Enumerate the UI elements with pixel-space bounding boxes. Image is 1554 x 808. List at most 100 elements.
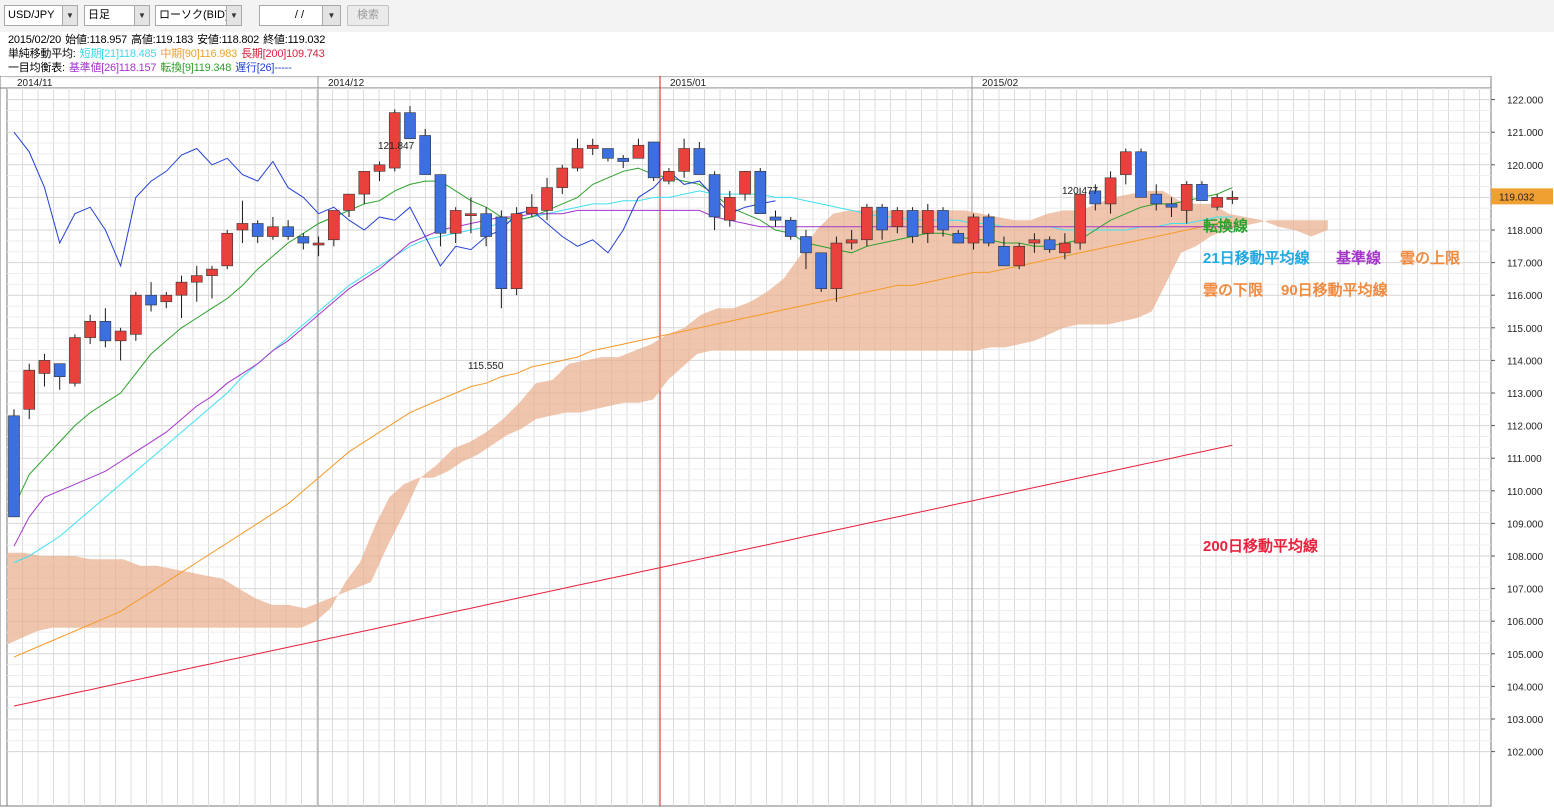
- low-label: 115.550: [468, 361, 504, 372]
- candle-body: [312, 242, 325, 246]
- x-tick-label: 2014/11: [17, 78, 53, 89]
- ichimoku-tenkan: 転換[9]119.348: [160, 62, 232, 74]
- candle-body: [617, 157, 630, 162]
- candle-body: [480, 213, 492, 237]
- y-tick-label: 120.000: [1507, 161, 1544, 172]
- y-tick-label: 108.000: [1507, 552, 1544, 563]
- y-tick-label: 105.000: [1507, 650, 1544, 661]
- currency-pair-select[interactable]: USD/JPY ▼: [4, 5, 78, 26]
- candle-body: [876, 206, 888, 231]
- candle-body: [1180, 184, 1193, 211]
- y-tick-label: 117.000: [1507, 259, 1543, 270]
- y-tick-label: 121.000: [1507, 128, 1544, 139]
- chevron-down-icon[interactable]: ▼: [322, 6, 340, 25]
- candle-body: [434, 174, 447, 234]
- candle-body: [23, 369, 36, 410]
- candle-body: [1104, 177, 1117, 205]
- candle-body: [784, 219, 797, 237]
- candle-body: [541, 187, 553, 211]
- search-button[interactable]: 検索: [347, 5, 389, 26]
- sma-title: 単純移動平均:: [8, 48, 76, 60]
- candle-body: [495, 216, 508, 289]
- candle-body: [678, 148, 690, 172]
- ohlc-date: 2015/02/20: [8, 34, 62, 46]
- y-tick-label: 110.000: [1507, 487, 1543, 498]
- label-ma200: 200日移動平均線: [1203, 537, 1318, 555]
- candle-body: [221, 232, 234, 267]
- chart-type-select[interactable]: ローソク(BID) ▼: [155, 5, 242, 26]
- candle-body: [404, 112, 416, 140]
- ohlc-close: 終値:119.032: [263, 34, 326, 46]
- sma-mid: 中期[90]116.983: [160, 48, 238, 60]
- candle-body: [724, 197, 736, 221]
- candle-body: [1059, 242, 1071, 254]
- y-tick-label: 102.000: [1507, 748, 1544, 759]
- candle-body: [114, 330, 127, 342]
- price-chart[interactable]: 123.000122.000121.000120.000119.000118.0…: [0, 76, 1554, 808]
- candle-body: [906, 210, 919, 237]
- candle-body: [1196, 184, 1208, 201]
- last-price-value: 119.032: [1499, 192, 1535, 203]
- candle-body: [952, 232, 965, 244]
- date-dropdown[interactable]: ▼: [322, 5, 341, 26]
- candle-body: [800, 236, 812, 254]
- candle-body: [99, 320, 112, 342]
- candle-body: [465, 213, 477, 216]
- date-placeholder: / /: [294, 9, 305, 21]
- candle-body: [739, 171, 751, 195]
- label-kijun: 基準線: [1335, 249, 1381, 267]
- candle-body: [693, 148, 706, 175]
- ichimoku-kijun: 基準値[26]118.157: [68, 62, 157, 74]
- candle-body: [328, 210, 340, 241]
- sma-long: 長期[200]109.743: [241, 48, 325, 60]
- chevron-down-icon[interactable]: ▼: [134, 6, 149, 25]
- x-tick-label: 2015/02: [982, 78, 1019, 89]
- candle-body: [708, 174, 721, 218]
- ichimoku-chikou: 遅行[26]-----: [235, 62, 292, 74]
- candle-body: [1028, 239, 1041, 244]
- candle-body: [449, 210, 462, 234]
- candle-body: [526, 206, 538, 214]
- x-tick-label: 2015/01: [670, 78, 707, 89]
- candle-body: [967, 216, 980, 244]
- candle-body: [160, 294, 173, 303]
- candle-body: [1150, 193, 1163, 205]
- ichimoku-title: 一目均衡表:: [8, 62, 65, 74]
- y-tick-label: 111.000: [1507, 454, 1542, 465]
- timeframe-select[interactable]: 日足 ▼: [84, 5, 150, 26]
- candle-body: [175, 281, 188, 296]
- candle-body: [343, 193, 355, 211]
- candle-body: [830, 242, 843, 289]
- y-tick-label: 103.000: [1507, 715, 1544, 726]
- chevron-down-icon[interactable]: ▼: [226, 6, 241, 25]
- label-tenkan: 転換線: [1203, 217, 1248, 235]
- candle-body: [190, 275, 203, 283]
- candle-body: [663, 171, 675, 182]
- chart-canvas[interactable]: 123.000122.000121.000120.000119.000118.0…: [0, 76, 1554, 808]
- sma-line: 単純移動平均: 短期[21]118.485 中期[90]116.983 長期[200]…: [8, 48, 325, 61]
- y-tick-label: 104.000: [1507, 682, 1544, 693]
- candle-body: [53, 363, 66, 378]
- y-tick-label: 113.000: [1507, 389, 1543, 400]
- candle-body: [251, 223, 264, 237]
- chevron-down-icon[interactable]: ▼: [62, 6, 77, 25]
- candle-body: [145, 294, 157, 306]
- high-label: 121.847: [378, 141, 415, 152]
- candle-body: [754, 171, 767, 215]
- label-cloud-lower: 雲の下限: [1203, 282, 1263, 299]
- label-cloud-upper: 雲の上限: [1400, 250, 1460, 267]
- candle-body: [1074, 193, 1086, 244]
- candle-body: [510, 213, 523, 289]
- candle-body: [647, 141, 660, 179]
- candle-body: [921, 210, 934, 234]
- x-tick-label: 2014/12: [328, 78, 365, 89]
- candle-body: [556, 167, 569, 188]
- y-tick-label: 115.000: [1507, 324, 1543, 335]
- chart-background: [0, 76, 1554, 808]
- y-tick-label: 116.000: [1507, 291, 1543, 302]
- candle-body: [1043, 239, 1056, 250]
- toolbar: USD/JPY ▼ 日足 ▼ ローソク(BID) ▼ / / ▼ 検索: [0, 0, 1554, 32]
- candle-body: [861, 206, 873, 241]
- candle-body: [297, 236, 310, 244]
- candle-body: [982, 216, 995, 244]
